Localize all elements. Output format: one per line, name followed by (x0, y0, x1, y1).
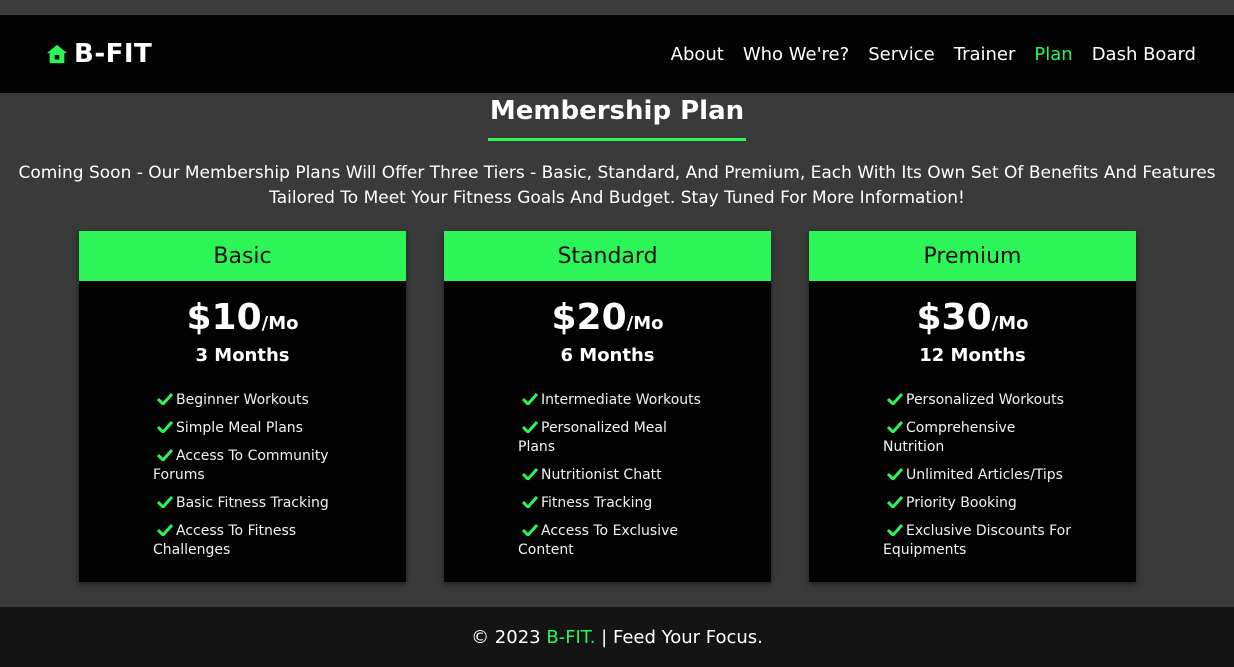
plan-card-premium: Premium $30/Mo 12 Months Personalized Wo… (809, 231, 1136, 582)
check-icon (522, 468, 538, 480)
nav-link-about[interactable]: About (671, 44, 724, 65)
feature-text: Basic Fitness Tracking (176, 495, 329, 511)
section-title: Membership Plan (487, 94, 747, 141)
feature-text: Simple Meal Plans (176, 420, 303, 436)
section-title-wrap: Membership Plan (0, 94, 1234, 141)
nav-link-trainer[interactable]: Trainer (954, 44, 1016, 65)
plan-duration: 3 Months (195, 345, 290, 366)
plan-name: Standard (444, 231, 771, 281)
feature-item: Nutritionist Chatt (518, 466, 708, 485)
plan-duration: 12 Months (919, 345, 1026, 366)
feature-text: Personalized Workouts (906, 392, 1064, 408)
feature-text: Unlimited Articles/Tips (906, 467, 1063, 483)
price-row: $20/Mo (444, 297, 771, 345)
feature-text: Access To Exclusive Content (518, 523, 678, 558)
plan-card-standard: Standard $20/Mo 6 Months Intermediate Wo… (444, 231, 771, 582)
plan-price: $20 (551, 297, 627, 338)
feature-text: Access To Community Forums (153, 448, 329, 483)
plan-price: $30 (916, 297, 992, 338)
check-icon (522, 421, 538, 433)
check-icon (157, 393, 173, 405)
nav-link-dashboard[interactable]: Dash Board (1092, 44, 1196, 65)
feature-item: Access To Exclusive Content (518, 522, 708, 560)
main-nav: About Who We're? Service Trainer Plan Da… (671, 44, 1196, 65)
check-icon (887, 468, 903, 480)
check-icon (522, 524, 538, 536)
home-icon (46, 44, 68, 64)
feature-item: Beginner Workouts (153, 391, 343, 410)
feature-item: Basic Fitness Tracking (153, 494, 343, 513)
check-icon (157, 449, 173, 461)
feature-item: Priority Booking (883, 494, 1073, 513)
price-period: /Mo (261, 313, 299, 334)
plan-name: Basic (79, 231, 406, 281)
check-icon (887, 524, 903, 536)
feature-list: Beginner Workouts Simple Meal Plans Acce… (153, 391, 343, 560)
feature-text: Exclusive Discounts For Equipments (883, 523, 1071, 558)
feature-text: Nutritionist Chatt (541, 467, 662, 483)
intro-line-2: Tailored To Meet Your Fitness Goals And … (269, 188, 965, 208)
price-period: /Mo (991, 313, 1029, 334)
footer-tagline: | Feed Your Focus. (601, 626, 763, 648)
check-icon (887, 393, 903, 405)
feature-text: Fitness Tracking (541, 495, 653, 511)
feature-text: Beginner Workouts (176, 392, 309, 408)
feature-list: Intermediate Workouts Personalized Meal … (518, 391, 708, 560)
plan-name: Premium (809, 231, 1136, 281)
footer-brand[interactable]: B-FIT. (546, 627, 595, 648)
feature-item: Simple Meal Plans (153, 419, 343, 438)
feature-item: Exclusive Discounts For Equipments (883, 522, 1073, 560)
price-row: $10/Mo (79, 297, 406, 345)
feature-item: Access To Fitness Challenges (153, 522, 343, 560)
brand-name: B-FIT (74, 39, 153, 69)
footer-copyright: © 2023 (471, 626, 541, 648)
price-row: $30/Mo (809, 297, 1136, 345)
section-intro: Coming Soon - Our Membership Plans Will … (0, 161, 1234, 211)
check-icon (887, 421, 903, 433)
nav-link-service[interactable]: Service (868, 44, 935, 65)
check-icon (157, 524, 173, 536)
feature-text: Access To Fitness Challenges (153, 523, 297, 558)
feature-item: Personalized Meal Plans (518, 419, 708, 457)
feature-item: Fitness Tracking (518, 494, 708, 513)
plan-cards: Basic $10/Mo 3 Months Beginner Workouts … (79, 231, 1136, 582)
check-icon (522, 496, 538, 508)
brand-logo[interactable]: B-FIT (46, 39, 152, 69)
feature-text: Priority Booking (906, 495, 1017, 511)
price-period: /Mo (626, 313, 664, 334)
nav-link-who-we-are[interactable]: Who We're? (743, 44, 849, 65)
feature-item: Unlimited Articles/Tips (883, 466, 1073, 485)
check-icon (157, 496, 173, 508)
footer: © 2023 B-FIT. | Feed Your Focus. (0, 607, 1234, 667)
check-icon (522, 393, 538, 405)
feature-list: Personalized Workouts Comprehensive Nutr… (883, 391, 1073, 560)
top-strip (0, 0, 1234, 15)
feature-text: Intermediate Workouts (541, 392, 701, 408)
plan-price: $10 (186, 297, 262, 338)
feature-item: Access To Community Forums (153, 447, 343, 485)
intro-line-1: Coming Soon - Our Membership Plans Will … (18, 163, 1216, 183)
plan-duration: 6 Months (560, 345, 655, 366)
feature-text: Personalized Meal Plans (518, 420, 667, 455)
check-icon (887, 496, 903, 508)
plan-card-basic: Basic $10/Mo 3 Months Beginner Workouts … (79, 231, 406, 582)
feature-item: Personalized Workouts (883, 391, 1073, 410)
nav-link-plan[interactable]: Plan (1034, 44, 1072, 65)
check-icon (157, 421, 173, 433)
navbar: B-FIT About Who We're? Service Trainer P… (0, 15, 1234, 93)
feature-item: Comprehensive Nutrition (883, 419, 1073, 457)
feature-item: Intermediate Workouts (518, 391, 708, 410)
